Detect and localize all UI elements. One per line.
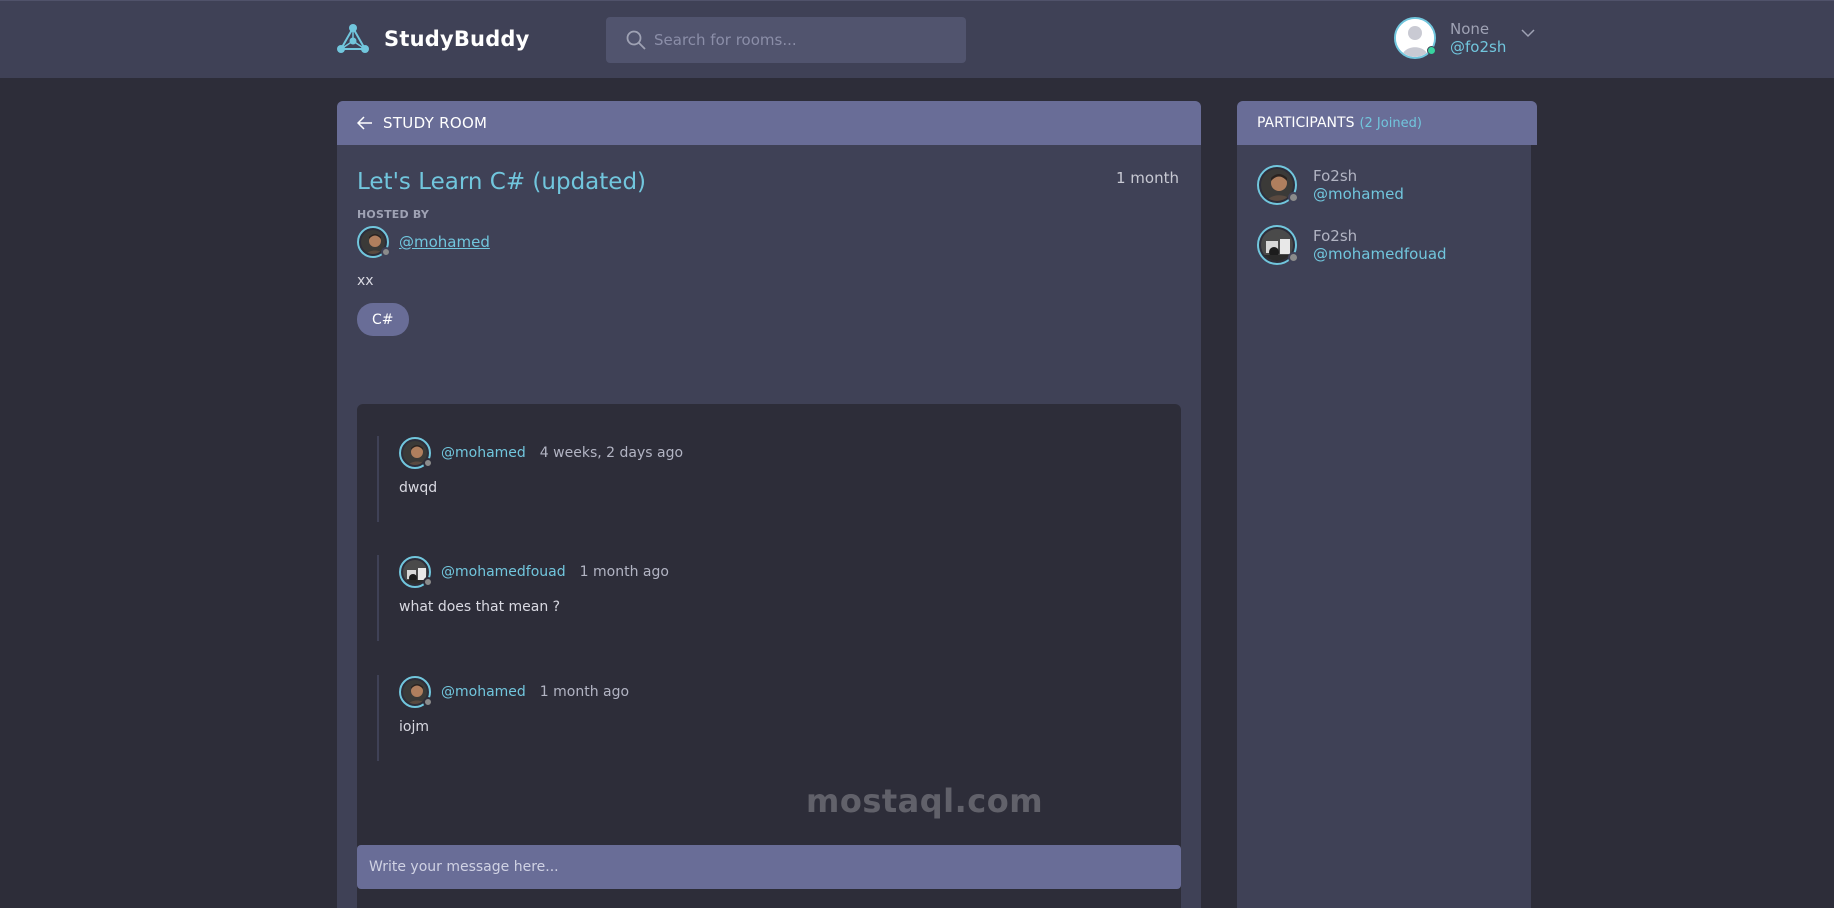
- message-meta: @mohamed 1 month ago: [399, 675, 1157, 709]
- participant-avatar[interactable]: [1257, 165, 1299, 205]
- participant-name: Fo2sh: [1313, 227, 1358, 245]
- room-topic-tag[interactable]: C#: [357, 303, 409, 336]
- message-time: 1 month ago: [579, 564, 669, 580]
- host-link[interactable]: @mohamed: [399, 233, 490, 251]
- participant-handle[interactable]: @mohamed: [1313, 185, 1404, 203]
- brand-logo[interactable]: StudyBuddy: [336, 22, 530, 56]
- participants-count: (2 Joined): [1359, 115, 1422, 131]
- message-item: @mohamed 1 month ago iojm: [377, 675, 1157, 761]
- offline-status-dot: [381, 247, 391, 257]
- participant-name: Fo2sh: [1313, 167, 1358, 185]
- user-menu[interactable]: None @fo2sh: [1394, 17, 1538, 59]
- message-text: what does that mean ?: [399, 599, 561, 615]
- room-description: xx: [357, 273, 374, 289]
- participants-panel: PARTICIPANTS (2 Joined) Fo2sh @mohamed F…: [1237, 101, 1537, 908]
- search-icon: [626, 30, 646, 50]
- back-arrow-icon[interactable]: [357, 116, 373, 130]
- participant-info: Fo2sh @mohamedfouad: [1313, 227, 1447, 263]
- room-header-title: STUDY ROOM: [383, 114, 488, 132]
- offline-status-dot: [423, 458, 433, 468]
- brand-name: StudyBuddy: [384, 27, 530, 51]
- participant-info: Fo2sh @mohamed: [1313, 167, 1404, 203]
- participants-scrollbar[interactable]: [1531, 145, 1537, 908]
- chevron-down-icon[interactable]: [1520, 25, 1536, 41]
- participant-avatar[interactable]: [1257, 225, 1299, 265]
- message-input[interactable]: [357, 845, 1181, 889]
- message-text: dwqd: [399, 480, 438, 496]
- search-bar: [606, 17, 966, 63]
- top-navbar: StudyBuddy None @fo2sh: [0, 0, 1834, 78]
- message-time: 1 month ago: [539, 684, 630, 700]
- offline-status-dot: [1288, 252, 1299, 263]
- message-author[interactable]: @mohamed: [441, 684, 526, 700]
- message-author[interactable]: @mohamedfouad: [441, 564, 566, 580]
- study-room-panel: STUDY ROOM Let's Learn C# (updated) 1 mo…: [337, 101, 1201, 908]
- conversation-thread: @mohamed 4 weeks, 2 days ago dwqd @moham…: [357, 404, 1181, 908]
- user-handle[interactable]: @fo2sh: [1450, 38, 1506, 56]
- online-status-dot: [1427, 46, 1436, 55]
- room-title: Let's Learn C# (updated): [357, 169, 647, 195]
- message-text: iojm: [399, 719, 429, 735]
- message-item: @mohamedfouad 1 month ago what does that…: [377, 555, 1157, 641]
- participant-item[interactable]: Fo2sh @mohamedfouad: [1257, 225, 1447, 265]
- message-author-avatar[interactable]: [399, 437, 433, 469]
- message-meta: @mohamedfouad 1 month ago: [399, 555, 1157, 589]
- host-avatar[interactable]: [357, 226, 391, 258]
- offline-status-dot: [1288, 192, 1299, 203]
- hosted-by-label: HOSTED BY: [357, 208, 430, 221]
- message-time: 4 weeks, 2 days ago: [539, 445, 684, 461]
- message-item: @mohamed 4 weeks, 2 days ago dwqd: [377, 436, 1157, 522]
- message-author-avatar[interactable]: [399, 676, 433, 708]
- room-created-time: 1 month: [1116, 169, 1179, 187]
- message-author-avatar[interactable]: [399, 556, 433, 588]
- participants-header: PARTICIPANTS (2 Joined): [1237, 101, 1537, 145]
- room-header: STUDY ROOM: [337, 101, 1201, 145]
- participant-item[interactable]: Fo2sh @mohamed: [1257, 165, 1404, 205]
- participants-title: PARTICIPANTS: [1257, 115, 1355, 131]
- message-author[interactable]: @mohamed: [441, 445, 526, 461]
- room-host[interactable]: @mohamed: [357, 226, 490, 258]
- watermark: mostaql.com: [806, 782, 1044, 820]
- user-name: None: [1450, 20, 1490, 38]
- message-meta: @mohamed 4 weeks, 2 days ago: [399, 436, 1157, 470]
- participant-handle[interactable]: @mohamedfouad: [1313, 245, 1447, 263]
- network-logo-icon: [337, 24, 369, 53]
- offline-status-dot: [423, 577, 433, 587]
- search-input[interactable]: [654, 17, 954, 63]
- offline-status-dot: [423, 697, 433, 707]
